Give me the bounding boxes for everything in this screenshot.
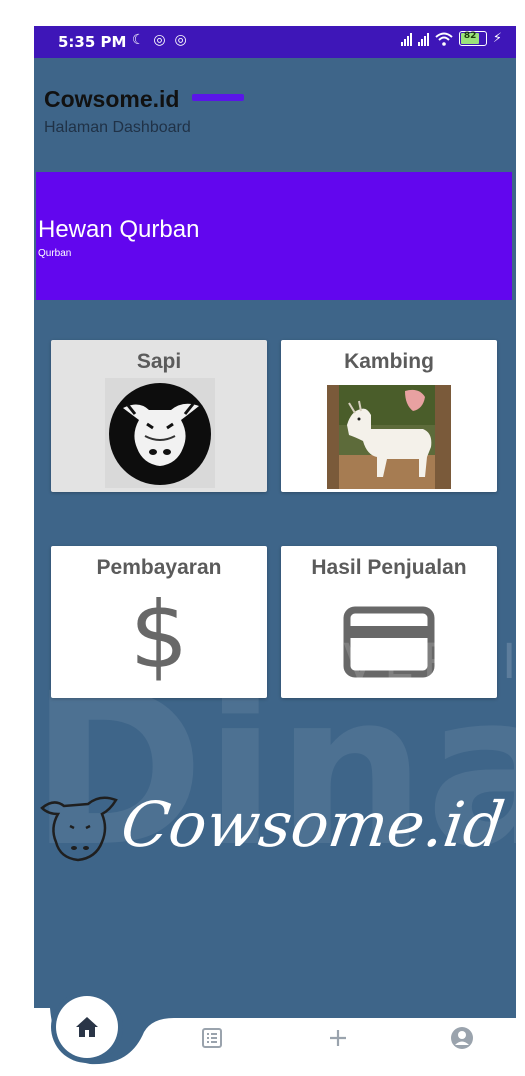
charging-icon: ⚡ <box>492 31 502 46</box>
pembayaran-label: Pembayaran <box>96 556 222 579</box>
pembayaran-card[interactable]: Pembayaran $ <box>51 546 267 698</box>
signal-icon <box>400 32 412 46</box>
nav-account-button[interactable] <box>450 1026 474 1055</box>
cow-logo-icon <box>40 796 118 862</box>
battery-icon: 82 <box>458 31 487 46</box>
hasil-penjualan-label: Hasil Penjualan <box>311 556 467 579</box>
kambing-card[interactable]: Kambing <box>281 340 497 492</box>
nav-home-button[interactable] <box>56 996 118 1058</box>
notification-icons: ☾ ◎ ◎ <box>132 32 189 48</box>
goat-photo <box>327 385 451 489</box>
kambing-label: Kambing <box>344 350 434 373</box>
page-subtitle: Halaman Dashboard <box>44 119 191 136</box>
credit-card-icon <box>343 606 435 678</box>
home-icon <box>76 1017 98 1037</box>
account-icon <box>451 1027 473 1049</box>
title-accent-bar <box>192 94 244 101</box>
plus-icon <box>330 1030 346 1046</box>
wifi-icon <box>435 32 453 46</box>
banner-title: Hewan Qurban <box>38 216 200 243</box>
logo-text: Cowsome.id <box>116 788 509 861</box>
cow-head-icon <box>105 378 215 488</box>
signal-icon-2 <box>417 32 429 46</box>
app-screen: 5:35 PM ☾ ◎ ◎ 82 ⚡ Cowsome.id Halaman Da… <box>34 26 516 1068</box>
status-bar: 5:35 PM ☾ ◎ ◎ 82 ⚡ <box>34 26 516 58</box>
sapi-label: Sapi <box>136 350 182 373</box>
hewan-qurban-banner[interactable]: Hewan Qurban Qurban <box>36 172 512 300</box>
sapi-card[interactable]: Sapi <box>51 340 267 492</box>
hasil-penjualan-card[interactable]: Hasil Penjualan <box>281 546 497 698</box>
status-right: 82 ⚡ <box>400 31 502 46</box>
bottom-navigation <box>34 996 516 1068</box>
list-icon <box>202 1028 222 1048</box>
dollar-icon: $ <box>129 582 189 689</box>
banner-subtitle: Qurban <box>38 248 72 259</box>
app-title: Cowsome.id <box>44 86 180 112</box>
cowsome-logo: Cowsome.id <box>34 778 516 898</box>
nav-list-button[interactable] <box>200 1026 224 1055</box>
battery-level: 82 <box>463 31 477 41</box>
status-time: 5:35 PM <box>58 33 127 51</box>
nav-add-button[interactable] <box>326 1026 350 1055</box>
